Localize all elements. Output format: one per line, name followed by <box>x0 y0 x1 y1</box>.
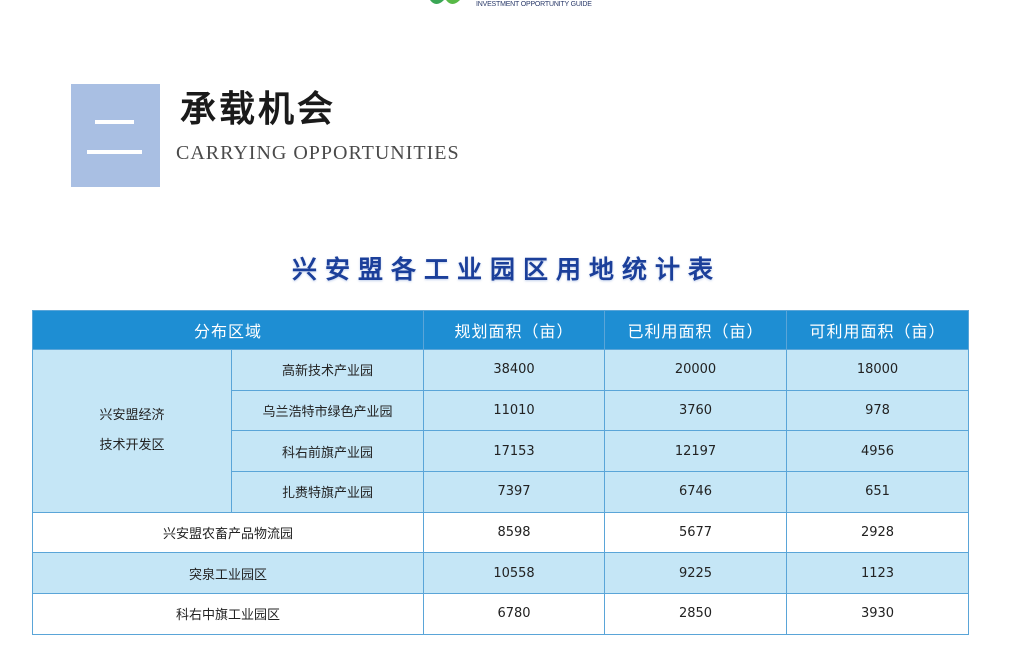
planned-area: 10558 <box>423 552 606 595</box>
table-row: 科右中旗工业园区 6780 2850 3930 <box>31 593 970 635</box>
park-name: 高新技术产业园 <box>230 349 425 391</box>
section-subtitle: CARRYING OPPORTUNITIES <box>176 142 460 164</box>
header-region: 分布区域 <box>31 310 425 350</box>
park-name: 科右中旗工业园区 <box>31 593 425 635</box>
available-area: 4956 <box>786 430 970 473</box>
guide-label: INVESTMENT OPPORTUNITY GUIDE <box>476 1 592 8</box>
land-use-table: 分布区域 规划面积（亩） 已利用面积（亩） 可利用面积（亩） 兴安盟经济 技术开… <box>31 310 970 635</box>
park-name: 扎赉特旗产业园 <box>230 471 425 513</box>
used-area: 20000 <box>604 349 788 391</box>
header-planned: 规划面积（亩） <box>423 310 606 350</box>
available-area: 2928 <box>786 511 970 554</box>
numeral-two-bottom-stroke <box>87 150 142 154</box>
used-area: 9225 <box>604 552 788 595</box>
used-area: 5677 <box>604 511 788 554</box>
planned-area: 38400 <box>423 349 606 391</box>
park-name: 科右前旗产业园 <box>230 430 425 473</box>
available-area: 18000 <box>786 349 970 391</box>
section-title: 承载机会 <box>180 89 337 130</box>
park-name: 兴安盟农畜产品物流园 <box>31 511 425 554</box>
table-row: 兴安盟经济 技术开发区 高新技术产业园 38400 20000 18000 <box>32 349 970 513</box>
group-region-line2: 技术开发区 <box>99 437 165 453</box>
available-area: 3930 <box>786 593 970 635</box>
available-area: 1123 <box>786 552 970 595</box>
park-name: 突泉工业园区 <box>31 552 425 595</box>
header-used: 已利用面积（亩） <box>604 310 788 350</box>
group-region-cell: 兴安盟经济 技术开发区 <box>32 349 232 513</box>
available-area: 978 <box>786 389 970 432</box>
table-title: 兴安盟各工业园区用地统计表 <box>291 255 721 284</box>
table-header-row: 分布区域 规划面积（亩） 已利用面积（亩） 可利用面积（亩） <box>31 310 970 350</box>
header-available: 可利用面积（亩） <box>786 310 970 350</box>
planned-area: 6780 <box>423 593 606 635</box>
planned-area: 11010 <box>423 389 606 432</box>
group-region-line1: 兴安盟经济 <box>99 407 165 423</box>
planned-area: 8598 <box>423 511 606 554</box>
logo-icon <box>430 0 460 4</box>
planned-area: 17153 <box>423 430 606 473</box>
used-area: 12197 <box>604 430 788 473</box>
available-area: 651 <box>786 471 970 513</box>
used-area: 6746 <box>604 471 788 513</box>
table-row: 突泉工业园区 10558 9225 1123 <box>31 552 970 595</box>
park-name: 乌兰浩特市绿色产业园 <box>230 389 425 432</box>
table-row: 兴安盟农畜产品物流园 8598 5677 2928 <box>31 511 970 554</box>
used-area: 3760 <box>604 389 788 432</box>
numeral-two-top-stroke <box>95 120 134 124</box>
section-number-box <box>71 84 160 187</box>
used-area: 2850 <box>604 593 788 635</box>
planned-area: 7397 <box>423 471 606 513</box>
